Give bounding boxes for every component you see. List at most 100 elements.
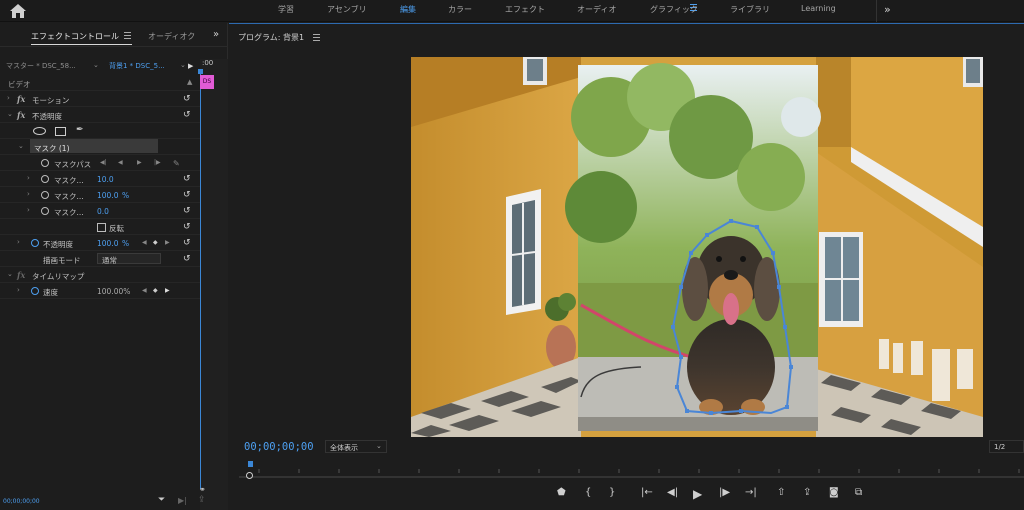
next-keyframe-icon[interactable]: ▶ [165,287,170,294]
panel-menu-icon[interactable] [124,32,131,39]
reset-icon[interactable]: ↺ [183,94,191,104]
opacity-value[interactable]: 100.0 [97,239,118,248]
chevron-right-icon[interactable]: › [7,94,10,102]
playhead-handle[interactable] [248,461,253,467]
zoom-handle[interactable] [246,472,253,479]
play-icon[interactable]: ▶ [188,62,193,70]
master-clip-label[interactable]: マスター * DSC_58... [6,61,76,71]
reset-icon[interactable]: ↺ [183,238,191,248]
chevron-down-icon[interactable]: ⌄ [18,142,24,150]
export-frame-icon[interactable]: ◙ [829,487,839,498]
rectangle-mask-icon[interactable] [55,127,66,136]
filter-icon[interactable]: ⏷ [158,495,165,505]
reset-icon[interactable]: ↺ [183,110,191,120]
ruler-track[interactable] [239,476,1024,478]
fx-icon[interactable]: fx [17,94,25,104]
export-icon[interactable]: ⇪ [198,495,206,505]
workspace-tab-learning[interactable]: Learning [801,4,836,13]
chevron-right-icon[interactable]: › [17,286,20,294]
lift-icon[interactable]: ⇧ [777,487,785,498]
playhead-handle[interactable] [198,69,203,74]
effect-time-remap[interactable]: ⌄ fx タイムリマップ [0,267,200,283]
go-to-out-icon[interactable]: →| [745,487,757,498]
ripple-icon[interactable]: ▶| [178,496,187,505]
clip-badge[interactable]: DS [200,75,214,89]
workspace-tab-edit[interactable]: 編集 [400,4,416,15]
add-keyframe-icon[interactable]: ◆ [153,239,158,246]
chevron-down-icon[interactable]: ⌄ [7,110,13,118]
effect-opacity[interactable]: ⌄ fx 不透明度 ↺ [0,107,200,123]
chevron-right-icon[interactable]: › [17,238,20,246]
step-back-icon[interactable]: ◀| [667,487,678,498]
playback-resolution-select[interactable]: 1/2 [989,440,1024,453]
blend-mode-select[interactable]: 通常 ⌄ [97,253,253,265]
effect-timeline[interactable] [200,59,228,510]
fx-icon[interactable]: fx [17,270,25,280]
tab-audio-clip-mixer[interactable]: オーディオク [148,31,195,42]
playhead[interactable] [200,69,201,489]
pen-tool-icon[interactable]: ✒ [76,125,84,135]
mask-selected-highlight[interactable]: マスク (1) [30,139,158,153]
expand-panels-icon[interactable]: » [213,29,219,40]
mask-feather-value[interactable]: 10.0 [97,175,114,184]
mark-out-icon[interactable]: } [609,487,615,498]
video-frame[interactable] [411,57,983,437]
prev-keyframe-icon[interactable]: ◀ [142,287,147,294]
stopwatch-icon[interactable] [41,191,49,199]
workspace-tab-libraries[interactable]: ライブラリ [730,4,770,15]
ellipse-mask-icon[interactable] [33,127,46,135]
workspace-tab-assembly[interactable]: アセンブリ [327,4,367,15]
stopwatch-icon[interactable] [31,239,39,247]
fx-icon[interactable]: fx [17,110,25,120]
effect-motion[interactable]: › fx モーション ↺ [0,91,200,107]
mask-row[interactable]: ⌄ マスク (1) [0,139,200,155]
track-forward-one-icon[interactable]: ▶ [137,159,142,166]
invert-checkbox[interactable] [97,223,106,232]
mask-expansion-value[interactable]: 0.0 [97,207,109,216]
reset-icon[interactable]: ↺ [183,174,191,184]
go-to-in-icon[interactable]: |← [641,487,653,498]
stopwatch-icon[interactable] [41,175,49,183]
step-forward-icon[interactable]: |▶ [719,487,730,498]
workspace-tab-graphics[interactable]: グラフィック [650,4,698,15]
home-icon[interactable] [9,3,27,19]
add-keyframe-icon[interactable]: ◆ [153,287,158,294]
chevron-down-icon[interactable]: ⌄ [93,61,99,69]
zoom-fit-select[interactable]: 全体表示 ⌄ [325,440,387,453]
comparison-view-icon[interactable]: ⧉ [855,487,862,498]
workspace-tab-audio[interactable]: オーディオ [577,4,616,15]
workspace-tab-effects[interactable]: エフェクト [505,4,545,15]
mask-track-backward-icon[interactable]: ◀| [100,159,107,166]
extract-icon[interactable]: ⇪ [803,487,811,498]
program-timecode[interactable]: 00;00;00;00 [244,441,314,453]
workspace-tab-learn[interactable]: 学習 [278,4,294,15]
more-workspaces-icon[interactable]: » [884,3,891,16]
collapse-up-icon[interactable]: ▲ [187,78,192,86]
tab-effect-controls[interactable]: エフェクトコントロール [31,31,119,42]
mask-track-forward-icon[interactable]: |▶ [154,159,161,166]
next-keyframe-icon[interactable]: ▶ [165,239,170,246]
program-time-ruler[interactable] [239,459,1024,479]
mask-opacity-value[interactable]: 100.0 [97,191,118,200]
add-marker-icon[interactable]: ⬟ [557,487,566,498]
chevron-right-icon[interactable]: › [27,206,30,214]
chevron-right-icon[interactable]: › [27,190,30,198]
chevron-right-icon[interactable]: › [27,174,30,182]
reset-icon[interactable]: ↺ [183,222,191,232]
reset-icon[interactable]: ↺ [183,190,191,200]
wrench-icon[interactable]: ✎ [173,159,180,168]
reset-icon[interactable]: ↺ [183,254,191,264]
track-back-one-icon[interactable]: ◀ [118,159,123,166]
prev-keyframe-icon[interactable]: ◀ [142,239,147,246]
play-icon[interactable]: ▶ [693,487,702,501]
mark-in-icon[interactable]: { [585,487,591,498]
speed-value[interactable]: 100.00% [97,287,130,296]
stopwatch-icon[interactable] [31,287,39,295]
chevron-down-icon[interactable]: ⌄ [7,270,13,278]
panel-menu-icon[interactable] [313,34,320,41]
reset-icon[interactable]: ↺ [183,206,191,216]
workspace-tab-color[interactable]: カラー [448,4,472,15]
stopwatch-icon[interactable] [41,159,49,167]
chevron-down-icon[interactable]: ⌄ [180,61,186,69]
sequence-clip-selector[interactable]: 背景1 * DSC_5... [109,61,165,71]
